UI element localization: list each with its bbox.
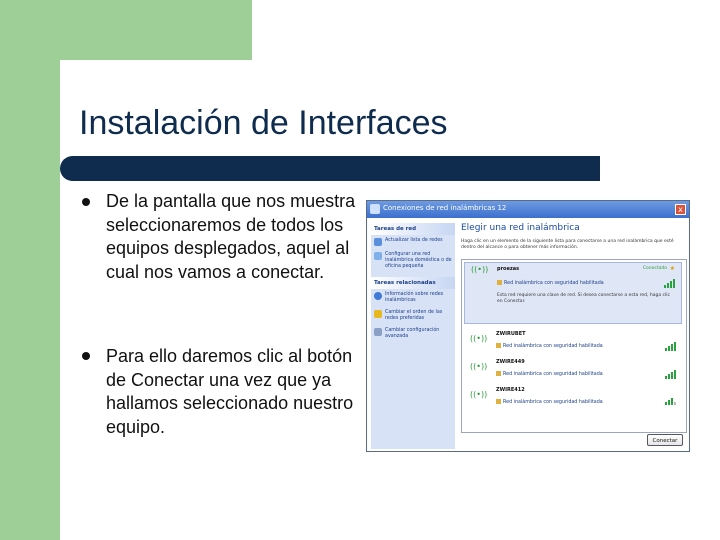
side-item-label: Actualizar lista de redes (385, 238, 443, 243)
side-item-label: Información sobre redes inalámbricas (385, 292, 444, 303)
signal-strength-icon (665, 398, 676, 405)
info-icon (374, 292, 382, 300)
dialog-description: Haga clic en un elemento de la siguiente… (461, 239, 674, 250)
network-name: ZWIRE412 (496, 387, 525, 393)
signal-strength-icon (664, 279, 675, 288)
bullet-text-2: Para ello daremos clic al botón de Conec… (106, 346, 354, 437)
bullet-dot-2 (82, 352, 90, 360)
wireless-antenna-icon: ((•)) (470, 390, 488, 399)
network-security: Red inalámbrica con seguridad habilitada (496, 399, 603, 405)
signal-strength-icon (665, 370, 676, 379)
refresh-icon (374, 238, 382, 246)
network-name: ZWIRUBET (496, 331, 526, 337)
star-icon (374, 310, 382, 318)
refresh-network-list-link[interactable]: Actualizar lista de redes (371, 235, 455, 249)
dialog-sidebar: Tareas de red Actualizar lista de redes … (371, 223, 455, 449)
wireless-info-link[interactable]: Información sobre redes inalámbricas (371, 289, 455, 307)
network-name: ZWIRE449 (496, 359, 525, 365)
lock-icon (496, 371, 501, 376)
network-security-label: Red inalámbrica con seguridad habilitada (503, 344, 603, 349)
close-button[interactable]: x (675, 204, 686, 215)
network-security-label: Red inalámbrica con seguridad habilitada (503, 372, 603, 377)
network-item-selected[interactable]: ((•)) proezas Conectado ★ Red inalámbric… (464, 262, 682, 324)
network-name: proezas (497, 266, 520, 272)
network-security: Red inalámbrica con seguridad habilitada (496, 371, 603, 377)
network-item[interactable]: ((•)) ZWIRUBET Red inalámbrica con segur… (464, 328, 682, 354)
lock-icon (496, 343, 501, 348)
network-list: ((•)) proezas Conectado ★ Red inalámbric… (461, 259, 687, 433)
signal-strength-icon (665, 342, 676, 351)
network-item[interactable]: ((•)) ZWIRE412 Red inalámbrica con segur… (464, 384, 682, 410)
network-security: Red inalámbrica con seguridad habilitada (497, 280, 604, 286)
decorative-green-band-left (0, 0, 60, 540)
network-setup-icon (374, 252, 382, 260)
setup-wireless-network-link[interactable]: Configurar una red inalámbrica doméstica… (371, 249, 455, 273)
wireless-network-icon (370, 204, 380, 214)
slide-title: Instalación de Interfaces (79, 104, 448, 142)
settings-icon (374, 328, 382, 336)
star-icon: ★ (669, 265, 675, 272)
network-item[interactable]: ((•)) ZWIRE449 Red inalámbrica con segur… (464, 356, 682, 382)
network-details: Esta red requiere una clave de red. Si d… (497, 293, 670, 304)
connection-status: Conectado (642, 266, 667, 271)
bullet-dot-1 (82, 198, 90, 206)
bullet-text-1: De la pantalla que nos muestra seleccion… (106, 191, 356, 282)
dialog-heading: Elegir una red inalámbrica (461, 223, 580, 233)
title-underline-bar (60, 156, 600, 181)
network-security: Red inalámbrica con seguridad habilitada (496, 343, 603, 349)
lock-icon (496, 399, 501, 404)
wireless-networks-dialog: Conexiones de red inalámbricas 12 x Tare… (366, 200, 690, 452)
network-tasks-header: Tareas de red (371, 223, 455, 235)
network-security-label: Red inalámbrica con seguridad habilitada (503, 400, 603, 405)
wireless-antenna-icon: ((•)) (471, 265, 489, 274)
side-item-label: Cambiar el orden de las redes preferidas (385, 310, 443, 321)
side-item-label: Cambiar configuración avanzada (385, 328, 440, 339)
connect-button[interactable]: Conectar (647, 434, 683, 446)
advanced-settings-link[interactable]: Cambiar configuración avanzada (371, 325, 455, 343)
side-item-label: Configurar una red inalámbrica doméstica… (385, 252, 452, 269)
change-preferred-order-link[interactable]: Cambiar el orden de las redes preferidas (371, 307, 455, 325)
wireless-antenna-icon: ((•)) (470, 362, 488, 371)
dialog-titlebar[interactable]: Conexiones de red inalámbricas 12 x (367, 201, 689, 218)
network-security-label: Red inalámbrica con seguridad habilitada (504, 281, 604, 286)
lock-icon (497, 280, 502, 285)
wireless-antenna-icon: ((•)) (470, 334, 488, 343)
related-tasks-header: Tareas relacionadas (371, 277, 455, 289)
dialog-title: Conexiones de red inalámbricas 12 (383, 204, 507, 212)
